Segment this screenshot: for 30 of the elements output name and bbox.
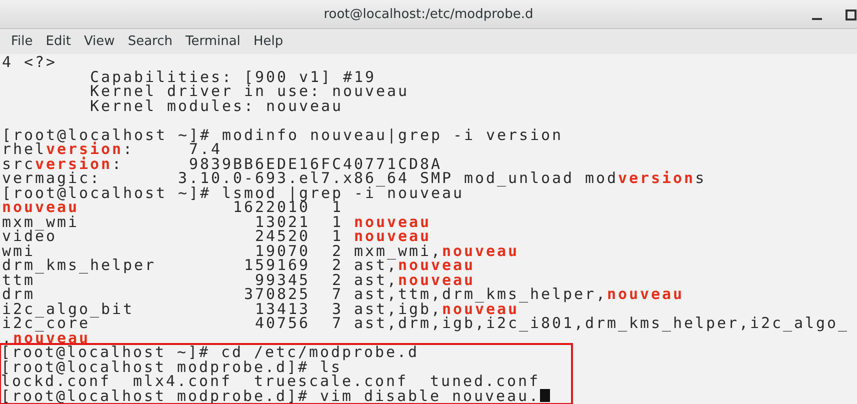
terminal-line: [root@localhost modprobe.d]# vim disable nouveau. — [1, 388, 540, 403]
terminal-line: [root@localhost ~]# modinfo nouveau|grep -i version — [2, 128, 564, 142]
terminal-line: vermagic: 3.10.0-693.el7.x86_64 SMP mod_unload mod version s — [2, 171, 706, 186]
menu-item[interactable]: Edit — [40, 32, 78, 51]
terminal-line: rhel version: 7.4 — [2, 142, 222, 156]
terminal-line: Kernel modules: nouveau — [89, 98, 344, 113]
terminal-line: lockd.conf mlx4.conf truescale.conf tuned.conf — [1, 374, 540, 388]
menu-item[interactable]: Help — [247, 32, 290, 51]
terminal-line: [root@localhost ~]# lsmod |grep -i nouveau — [2, 186, 464, 200]
terminal-line: i2c_core 40756 7 ast,drm,igb,i2c_i801,drm_kms_helper,i2c_algo_ — [2, 316, 850, 330]
terminal-line: video 24520 1 nouveau — [2, 229, 432, 244]
terminal-line: drm_kms_helper 159169 2 ast,nouveau — [2, 258, 476, 272]
menu-item[interactable]: Terminal — [179, 32, 248, 51]
terminal-line: wmi 19070 2 mxm_wmi,nouveau — [2, 244, 520, 258]
terminal-line: i2c_algo_bit 13413 3 ast,igb,nouveau — [2, 302, 520, 316]
terminal-line: nouveau 1622010 1 — [2, 200, 344, 214]
maximize-icon[interactable] — [845, 9, 857, 21]
menu-item[interactable]: Search — [122, 32, 180, 51]
terminal-line: Capabilities: [900 v1] #19 — [89, 70, 376, 84]
window-title: root@localhost:/etc/modprobe.d — [324, 6, 534, 22]
terminal-line: Kernel driver in use: nouveau — [89, 84, 410, 98]
terminal-line: ttm 99345 2 ast,nouveau — [2, 272, 476, 287]
terminal-line: drm 370825 7 ast,ttm,drm_kms_helper,nouveau — [2, 287, 684, 302]
terminal-line: [root@localhost ~]# cd /etc/modprobe.d — [1, 345, 420, 360]
terminal-line: [root@localhost modprobe.d]# ls — [1, 360, 342, 374]
terminal-line: mxm_wmi 13021 1 nouveau — [2, 214, 432, 229]
menu-item[interactable]: View — [78, 32, 122, 51]
terminal-line: src version: 9839BB6EDE16FC40771CD8A — [2, 156, 442, 171]
menu-item[interactable]: File — [5, 32, 40, 51]
terminal-line: 4 <?> — [2, 55, 58, 70]
